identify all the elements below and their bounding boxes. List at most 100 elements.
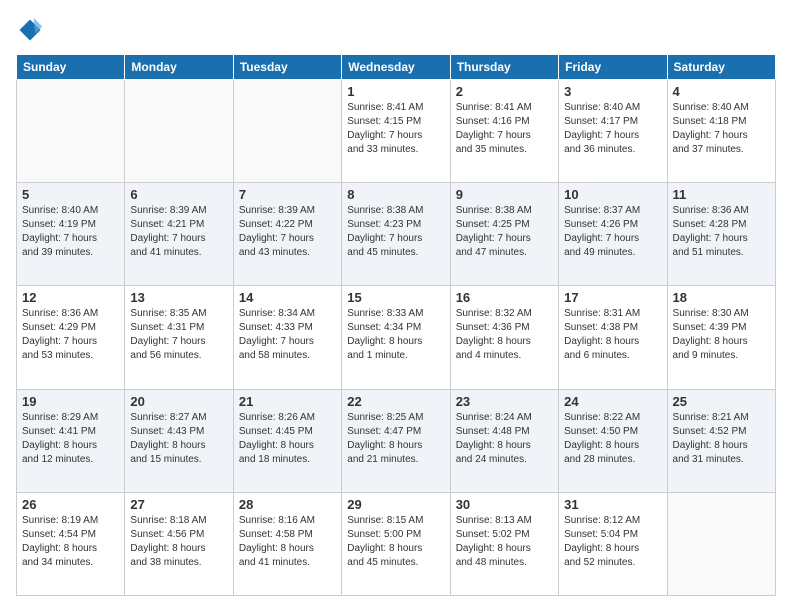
weekday-saturday: Saturday [667, 55, 775, 80]
page: SundayMondayTuesdayWednesdayThursdayFrid… [0, 0, 792, 612]
day-info: Sunrise: 8:15 AM Sunset: 5:00 PM Dayligh… [347, 514, 444, 570]
weekday-wednesday: Wednesday [342, 55, 450, 80]
day-info: Sunrise: 8:29 AM Sunset: 4:41 PM Dayligh… [22, 411, 119, 467]
day-number: 15 [347, 290, 444, 305]
calendar-cell: 6 Sunrise: 8:39 AM Sunset: 4:21 PM Daylig… [125, 183, 233, 286]
calendar-week-3: 19Sunrise: 8:29 AM Sunset: 4:41 PM Dayli… [17, 389, 776, 492]
day-info: Sunrise: 8:38 AM Sunset: 4:25 PM Dayligh… [456, 204, 553, 260]
weekday-monday: Monday [125, 55, 233, 80]
day-info: Sunrise: 8:37 AM Sunset: 4:26 PM Dayligh… [564, 204, 661, 260]
calendar-cell: 9 Sunrise: 8:38 AM Sunset: 4:25 PM Daylig… [450, 183, 558, 286]
calendar-cell: 25 Sunrise: 8:21 AM Sunset: 4:52 PM Dayli… [667, 389, 775, 492]
day-number: 21 [239, 394, 336, 409]
calendar-cell: 4 Sunrise: 8:40 AM Sunset: 4:18 PM Daylig… [667, 80, 775, 183]
weekday-header-row: SundayMondayTuesdayWednesdayThursdayFrid… [17, 55, 776, 80]
day-number: 17 [564, 290, 661, 305]
weekday-friday: Friday [559, 55, 667, 80]
day-info: Sunrise: 8:16 AM Sunset: 4:58 PM Dayligh… [239, 514, 336, 570]
day-number: 27 [130, 497, 227, 512]
weekday-thursday: Thursday [450, 55, 558, 80]
calendar-cell: 30 Sunrise: 8:13 AM Sunset: 5:02 PM Dayli… [450, 492, 558, 595]
day-number: 28 [239, 497, 336, 512]
day-number: 13 [130, 290, 227, 305]
calendar-cell: 7 Sunrise: 8:39 AM Sunset: 4:22 PM Daylig… [233, 183, 341, 286]
calendar-cell: 12 Sunrise: 8:36 AM Sunset: 4:29 PM Dayli… [17, 286, 125, 389]
day-info: Sunrise: 8:26 AM Sunset: 4:45 PM Dayligh… [239, 411, 336, 467]
header [16, 16, 776, 44]
logo-icon [16, 16, 44, 44]
day-info: Sunrise: 8:40 AM Sunset: 4:17 PM Dayligh… [564, 101, 661, 157]
calendar-cell: 31 Sunrise: 8:12 AM Sunset: 5:04 PM Dayli… [559, 492, 667, 595]
day-number: 31 [564, 497, 661, 512]
calendar-cell [667, 492, 775, 595]
day-info: Sunrise: 8:31 AM Sunset: 4:38 PM Dayligh… [564, 307, 661, 363]
day-number: 30 [456, 497, 553, 512]
day-info: Sunrise: 8:33 AM Sunset: 4:34 PM Dayligh… [347, 307, 444, 363]
day-number: 29 [347, 497, 444, 512]
day-number: 2 [456, 84, 553, 99]
calendar-cell [17, 80, 125, 183]
day-info: Sunrise: 8:18 AM Sunset: 4:56 PM Dayligh… [130, 514, 227, 570]
day-number: 11 [673, 187, 770, 202]
day-info: Sunrise: 8:30 AM Sunset: 4:39 PM Dayligh… [673, 307, 770, 363]
day-number: 18 [673, 290, 770, 305]
day-info: Sunrise: 8:27 AM Sunset: 4:43 PM Dayligh… [130, 411, 227, 467]
calendar-cell: 21 Sunrise: 8:26 AM Sunset: 4:45 PM Dayli… [233, 389, 341, 492]
day-info: Sunrise: 8:13 AM Sunset: 5:02 PM Dayligh… [456, 514, 553, 570]
day-number: 3 [564, 84, 661, 99]
day-info: Sunrise: 8:39 AM Sunset: 4:21 PM Dayligh… [130, 204, 227, 260]
calendar-cell: 3 Sunrise: 8:40 AM Sunset: 4:17 PM Daylig… [559, 80, 667, 183]
calendar-cell: 18 Sunrise: 8:30 AM Sunset: 4:39 PM Dayli… [667, 286, 775, 389]
calendar-cell: 29 Sunrise: 8:15 AM Sunset: 5:00 PM Dayli… [342, 492, 450, 595]
day-number: 8 [347, 187, 444, 202]
day-number: 22 [347, 394, 444, 409]
day-number: 5 [22, 187, 119, 202]
calendar-cell: 22Sunrise: 8:25 AM Sunset: 4:47 PM Dayli… [342, 389, 450, 492]
calendar-cell: 23Sunrise: 8:24 AM Sunset: 4:48 PM Dayli… [450, 389, 558, 492]
calendar-cell: 15 Sunrise: 8:33 AM Sunset: 4:34 PM Dayli… [342, 286, 450, 389]
day-number: 4 [673, 84, 770, 99]
calendar-cell: 10 Sunrise: 8:37 AM Sunset: 4:26 PM Dayli… [559, 183, 667, 286]
day-number: 12 [22, 290, 119, 305]
calendar-cell: 2 Sunrise: 8:41 AM Sunset: 4:16 PM Daylig… [450, 80, 558, 183]
calendar-cell: 17 Sunrise: 8:31 AM Sunset: 4:38 PM Dayli… [559, 286, 667, 389]
calendar-table: SundayMondayTuesdayWednesdayThursdayFrid… [16, 54, 776, 596]
logo [16, 16, 48, 44]
day-number: 7 [239, 187, 336, 202]
calendar-cell [125, 80, 233, 183]
day-number: 20 [130, 394, 227, 409]
day-info: Sunrise: 8:40 AM Sunset: 4:18 PM Dayligh… [673, 101, 770, 157]
day-info: Sunrise: 8:21 AM Sunset: 4:52 PM Dayligh… [673, 411, 770, 467]
calendar-cell: 26 Sunrise: 8:19 AM Sunset: 4:54 PM Dayli… [17, 492, 125, 595]
day-number: 16 [456, 290, 553, 305]
calendar-cell: 19Sunrise: 8:29 AM Sunset: 4:41 PM Dayli… [17, 389, 125, 492]
calendar-cell [233, 80, 341, 183]
weekday-sunday: Sunday [17, 55, 125, 80]
day-info: Sunrise: 8:32 AM Sunset: 4:36 PM Dayligh… [456, 307, 553, 363]
calendar-cell: 1Sunrise: 8:41 AM Sunset: 4:15 PM Daylig… [342, 80, 450, 183]
day-info: Sunrise: 8:19 AM Sunset: 4:54 PM Dayligh… [22, 514, 119, 570]
day-number: 26 [22, 497, 119, 512]
calendar-cell: 16 Sunrise: 8:32 AM Sunset: 4:36 PM Dayli… [450, 286, 558, 389]
day-info: Sunrise: 8:34 AM Sunset: 4:33 PM Dayligh… [239, 307, 336, 363]
day-info: Sunrise: 8:39 AM Sunset: 4:22 PM Dayligh… [239, 204, 336, 260]
calendar-cell: 28 Sunrise: 8:16 AM Sunset: 4:58 PM Dayli… [233, 492, 341, 595]
day-info: Sunrise: 8:22 AM Sunset: 4:50 PM Dayligh… [564, 411, 661, 467]
calendar-week-0: 1Sunrise: 8:41 AM Sunset: 4:15 PM Daylig… [17, 80, 776, 183]
calendar-cell: 5Sunrise: 8:40 AM Sunset: 4:19 PM Daylig… [17, 183, 125, 286]
calendar-cell: 24Sunrise: 8:22 AM Sunset: 4:50 PM Dayli… [559, 389, 667, 492]
day-number: 6 [130, 187, 227, 202]
day-number: 25 [673, 394, 770, 409]
day-info: Sunrise: 8:36 AM Sunset: 4:29 PM Dayligh… [22, 307, 119, 363]
calendar-cell: 20 Sunrise: 8:27 AM Sunset: 4:43 PM Dayli… [125, 389, 233, 492]
day-number: 14 [239, 290, 336, 305]
day-info: Sunrise: 8:12 AM Sunset: 5:04 PM Dayligh… [564, 514, 661, 570]
day-number: 9 [456, 187, 553, 202]
day-info: Sunrise: 8:38 AM Sunset: 4:23 PM Dayligh… [347, 204, 444, 260]
calendar-cell: 8 Sunrise: 8:38 AM Sunset: 4:23 PM Daylig… [342, 183, 450, 286]
calendar-cell: 27 Sunrise: 8:18 AM Sunset: 4:56 PM Dayli… [125, 492, 233, 595]
calendar-cell: 14 Sunrise: 8:34 AM Sunset: 4:33 PM Dayli… [233, 286, 341, 389]
day-info: Sunrise: 8:41 AM Sunset: 4:16 PM Dayligh… [456, 101, 553, 157]
day-info: Sunrise: 8:35 AM Sunset: 4:31 PM Dayligh… [130, 307, 227, 363]
day-number: 10 [564, 187, 661, 202]
